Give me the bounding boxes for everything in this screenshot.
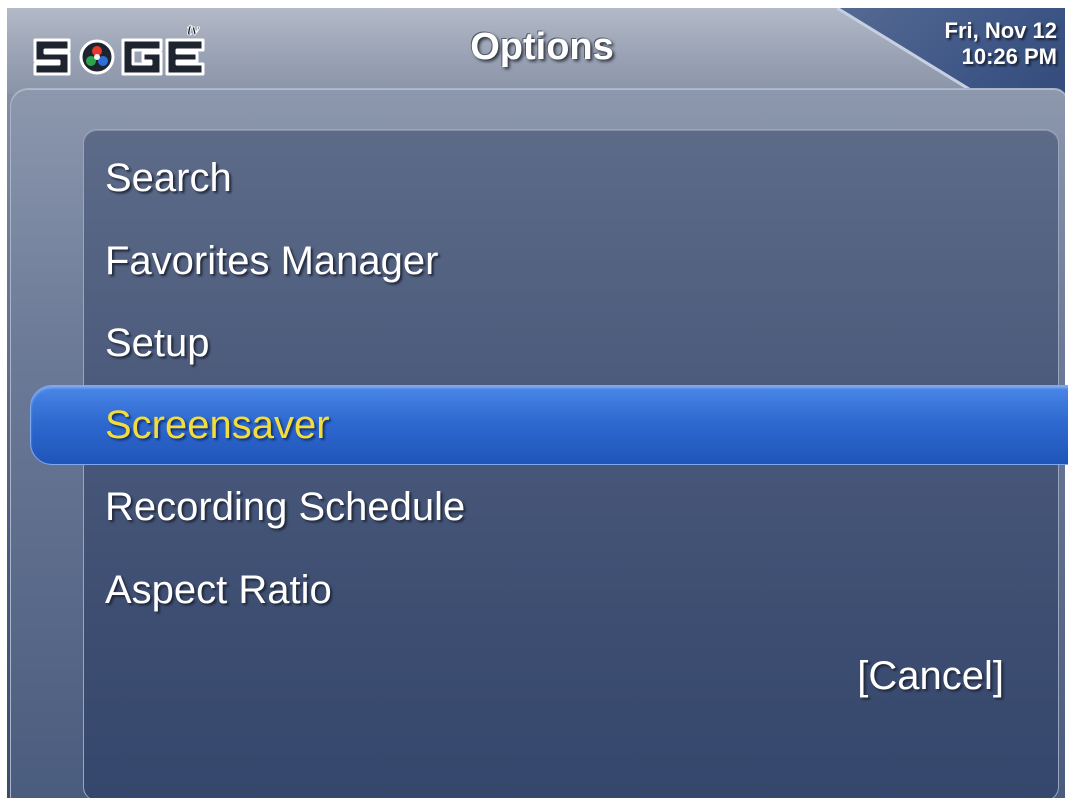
clock-time: 10:26 PM [961, 44, 1057, 69]
sage-tv-logo: tv [33, 22, 205, 76]
page-title: Options [470, 26, 614, 68]
menu-item-aspect-ratio[interactable]: Aspect Ratio [105, 555, 332, 625]
sagetv-screen: tv Options Fri, Nov 12 10:26 PM Search F… [0, 0, 1068, 802]
svg-text:tv: tv [187, 22, 200, 39]
menu-item-screensaver[interactable]: Screensaver [105, 390, 330, 460]
cancel-button[interactable]: [Cancel] [857, 644, 1004, 708]
clock: Fri, Nov 12 10:26 PM [857, 18, 1057, 70]
menu-item-favorites-manager[interactable]: Favorites Manager [105, 226, 438, 296]
menu-item-setup[interactable]: Setup [105, 308, 210, 378]
clock-date: Fri, Nov 12 [944, 18, 1057, 43]
menu-item-search[interactable]: Search [105, 143, 232, 213]
menu-item-recording-schedule[interactable]: Recording Schedule [105, 472, 465, 542]
